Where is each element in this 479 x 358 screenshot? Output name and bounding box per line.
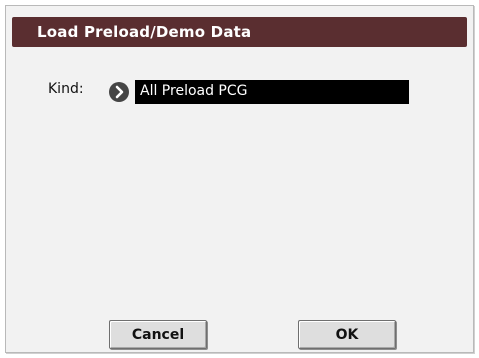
kind-label: Kind: <box>48 81 84 97</box>
dialog-titlebar: Load Preload/Demo Data <box>12 17 467 47</box>
kind-value: All Preload PCG <box>140 83 248 99</box>
load-preload-dialog: Load Preload/Demo Data Kind: All Preload… <box>5 5 474 353</box>
right-arrow-circle-icon[interactable] <box>109 82 129 102</box>
kind-select-field[interactable]: All Preload PCG <box>135 80 409 104</box>
ok-button[interactable]: OK <box>298 320 396 349</box>
dialog-title: Load Preload/Demo Data <box>37 23 252 41</box>
cancel-button[interactable]: Cancel <box>109 320 207 349</box>
